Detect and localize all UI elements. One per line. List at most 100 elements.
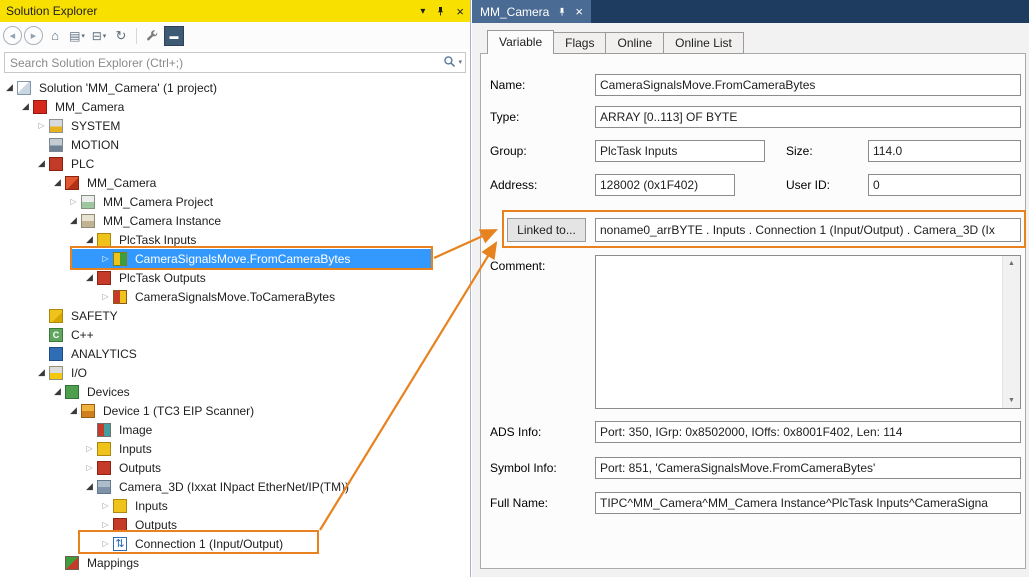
- expander-icon[interactable]: ◢: [34, 158, 49, 169]
- name-input[interactable]: CameraSignalsMove.FromCameraBytes: [595, 74, 1021, 96]
- tab-online[interactable]: Online: [606, 32, 664, 54]
- inputs-folder-icon: [113, 499, 127, 513]
- tree-item-mm-camera[interactable]: ◢MM_Camera: [0, 173, 469, 192]
- tree-item-label: SYSTEM: [68, 119, 123, 133]
- expander-icon[interactable]: ◢: [18, 101, 33, 112]
- tree-item-image[interactable]: Image: [0, 420, 469, 439]
- io-icon: [49, 366, 63, 380]
- expander-icon[interactable]: ◢: [50, 386, 65, 397]
- tree-item-analytics[interactable]: ANALYTICS: [0, 344, 469, 363]
- tree-item-device-1-tc3-eip-scanner[interactable]: ◢Device 1 (TC3 EIP Scanner): [0, 401, 469, 420]
- expander-icon[interactable]: ▷: [98, 501, 113, 510]
- solution-icon: [17, 81, 31, 95]
- tree-item-mm-camera[interactable]: ◢ MM_Camera: [0, 97, 469, 116]
- expander-icon[interactable]: ▷: [66, 197, 81, 206]
- sync-active-document-icon[interactable]: ↻: [111, 26, 131, 46]
- tree-item-camerasignalsmove-tocamerabytes[interactable]: ▷CameraSignalsMove.ToCameraBytes: [0, 287, 469, 306]
- tree-item-plctask-inputs[interactable]: ◢PlcTask Inputs: [0, 230, 469, 249]
- tree-item-inputs[interactable]: ▷Inputs: [0, 439, 469, 458]
- tree-item-outputs[interactable]: ▷Outputs: [0, 458, 469, 477]
- linked-to-button[interactable]: Linked to...: [507, 218, 586, 242]
- expander-icon[interactable]: ▷: [98, 520, 113, 529]
- tree-item-plctask-outputs[interactable]: ◢ PlcTask Outputs: [0, 268, 469, 287]
- camera-icon: [97, 480, 111, 494]
- tree-item-c[interactable]: C++: [0, 325, 469, 344]
- tree-item-safety[interactable]: SAFETY: [0, 306, 469, 325]
- linked-to-input[interactable]: noname0_arrBYTE . Inputs . Connection 1 …: [595, 218, 1021, 242]
- size-input[interactable]: 114.0: [868, 140, 1021, 162]
- scroll-up-icon[interactable]: ▲: [1008, 256, 1015, 271]
- tree-item-system[interactable]: ▷ SYSTEM: [0, 116, 469, 135]
- tree-item-label: Camera_3D (Ixxat INpact EtherNet/IP(TM)): [116, 480, 352, 494]
- search-icon[interactable]: [443, 55, 456, 68]
- tab-variable[interactable]: Variable: [487, 30, 554, 54]
- scroll-down-icon[interactable]: ▼: [1008, 393, 1015, 408]
- close-icon[interactable]: ×: [456, 4, 464, 19]
- safety-icon: [49, 309, 63, 323]
- tree-item-camerasignalsmove-fromcamerabytes[interactable]: ▷ CameraSignalsMove.FromCameraBytes: [0, 249, 469, 268]
- expander-icon[interactable]: ▷: [98, 539, 113, 548]
- user-id-input[interactable]: 0: [868, 174, 1021, 196]
- tree-item-inputs[interactable]: ▷Inputs: [0, 496, 469, 515]
- expander-icon[interactable]: ▷: [82, 463, 97, 472]
- symbol-info-input[interactable]: Port: 851, 'CameraSignalsMove.FromCamera…: [595, 457, 1021, 479]
- group-label: Group:: [490, 144, 527, 158]
- tree-item-label: Connection 1 (Input/Output): [132, 537, 286, 551]
- back-icon[interactable]: ◀: [3, 26, 22, 45]
- tree-item-devices[interactable]: ◢Devices: [0, 382, 469, 401]
- full-name-input[interactable]: TIPC^MM_Camera^MM_Camera Instance^PlcTas…: [595, 492, 1021, 514]
- tree-item-label: ANALYTICS: [68, 347, 140, 361]
- show-all-files-icon[interactable]: ▤▾: [67, 26, 87, 46]
- search-options-chevron-icon[interactable]: ▾: [458, 58, 462, 66]
- address-input[interactable]: 128002 (0x1F402): [595, 174, 735, 196]
- tab-flags[interactable]: Flags: [554, 32, 606, 54]
- tab-online-list[interactable]: Online List: [664, 32, 744, 54]
- expander-icon[interactable]: ◢: [66, 215, 81, 226]
- forward-icon[interactable]: ▶: [24, 26, 43, 45]
- expander-icon[interactable]: ◢: [82, 272, 97, 283]
- tree-item-mm-camera-instance[interactable]: ◢MM_Camera Instance: [0, 211, 469, 230]
- expander-icon[interactable]: ◢: [2, 82, 17, 93]
- search-box: ▾: [4, 52, 466, 73]
- tree-item-plc[interactable]: ◢PLC: [0, 154, 469, 173]
- preview-toggle-icon[interactable]: ▬: [164, 26, 184, 46]
- properties-wrench-icon[interactable]: [142, 26, 162, 46]
- home-icon[interactable]: ⌂: [45, 26, 65, 46]
- expander-icon[interactable]: ◢: [50, 177, 65, 188]
- name-label: Name:: [490, 78, 525, 92]
- window-position-icon[interactable]: ▾: [420, 6, 425, 17]
- tree-item-label: CameraSignalsMove.FromCameraBytes: [132, 252, 353, 266]
- tree-item-mappings[interactable]: Mappings: [0, 553, 469, 572]
- tree-item-connection-1-input-output[interactable]: ▷ Connection 1 (Input/Output): [0, 534, 469, 553]
- tree-item-outputs[interactable]: ▷Outputs: [0, 515, 469, 534]
- tab-pin-icon[interactable]: [557, 7, 567, 17]
- tree-item-i-o[interactable]: ◢I/O: [0, 363, 469, 382]
- tree-item-camera-3d-ixxat-inpact-ethernet-ip-tm[interactable]: ◢ Camera_3D (Ixxat INpact EtherNet/IP(TM)…: [0, 477, 469, 496]
- motion-icon: [49, 138, 63, 152]
- tree-item-label: MM_Camera: [52, 100, 127, 114]
- comment-scrollbar[interactable]: ▲ ▼: [1002, 256, 1020, 408]
- expander-icon[interactable]: ◢: [82, 481, 97, 492]
- expander-icon[interactable]: ◢: [82, 234, 97, 245]
- address-label: Address:: [490, 178, 537, 192]
- document-tab-mm-camera[interactable]: MM_Camera ×: [472, 0, 591, 23]
- tree-item-motion[interactable]: MOTION: [0, 135, 469, 154]
- tree-item-mm-camera-project[interactable]: ▷MM_Camera Project: [0, 192, 469, 211]
- search-input[interactable]: [5, 53, 435, 72]
- ads-info-input[interactable]: Port: 350, IGrp: 0x8502000, IOffs: 0x800…: [595, 421, 1021, 443]
- tab-close-icon[interactable]: ×: [575, 4, 583, 19]
- type-input[interactable]: ARRAY [0..113] OF BYTE: [595, 106, 1021, 128]
- document-subtabs: VariableFlagsOnlineOnline List: [487, 30, 744, 54]
- expander-icon[interactable]: ▷: [98, 292, 113, 301]
- tree-item-solution-mm-camera-1-project[interactable]: ◢Solution 'MM_Camera' (1 project): [0, 78, 469, 97]
- expander-icon[interactable]: ▷: [34, 121, 49, 130]
- collapse-all-icon[interactable]: ⊟▾: [89, 26, 109, 46]
- expander-icon[interactable]: ◢: [66, 405, 81, 416]
- expander-icon[interactable]: ▷: [98, 254, 113, 263]
- expander-icon[interactable]: ◢: [34, 367, 49, 378]
- comment-input[interactable]: ▲ ▼: [595, 255, 1021, 409]
- group-input[interactable]: PlcTask Inputs: [595, 140, 765, 162]
- pin-icon[interactable]: [435, 6, 446, 17]
- expander-icon[interactable]: ▷: [82, 444, 97, 453]
- tree-item-label: PlcTask Outputs: [116, 271, 209, 285]
